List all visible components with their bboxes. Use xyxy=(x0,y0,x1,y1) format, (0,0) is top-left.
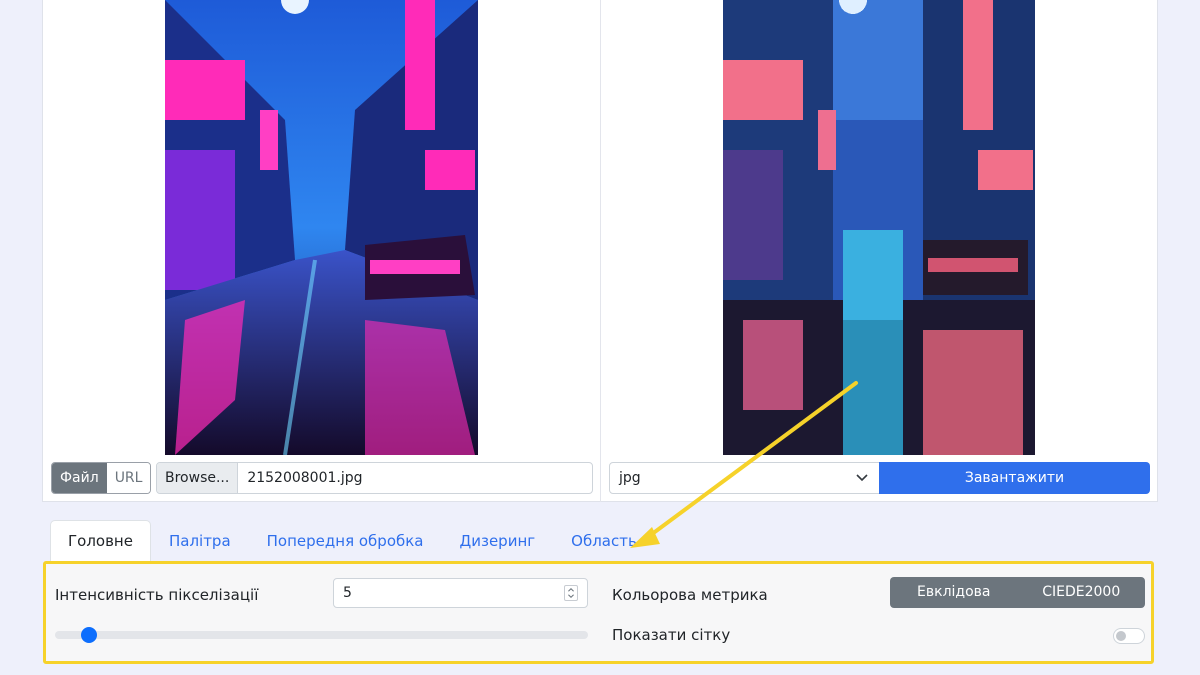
chevron-down-icon xyxy=(856,474,868,482)
url-mode-button[interactable]: URL xyxy=(106,463,151,493)
color-metric-toggle: Евклідова CIEDE2000 xyxy=(890,577,1145,608)
tab-dithering[interactable]: Дизеринг xyxy=(442,520,554,561)
pixel-intensity-input[interactable]: 5 xyxy=(333,578,588,608)
show-grid-label: Показати сітку xyxy=(612,626,731,644)
pane-divider xyxy=(600,0,601,502)
image-comparison-card: Файл URL Browse... 2152008001.jpg jpg За… xyxy=(42,0,1158,502)
spinner-icon[interactable] xyxy=(564,585,578,601)
tab-palette[interactable]: Палітра xyxy=(151,520,249,561)
euclidean-option[interactable]: Евклідова xyxy=(890,577,1018,608)
tab-preprocessing[interactable]: Попередня обробка xyxy=(249,520,442,561)
file-name: 2152008001.jpg xyxy=(247,470,363,486)
format-value: jpg xyxy=(619,470,641,486)
pixel-intensity-slider[interactable] xyxy=(55,631,588,639)
browse-button[interactable]: Browse... xyxy=(157,463,239,493)
download-button[interactable]: Завантажити xyxy=(879,462,1150,494)
tab-area[interactable]: Область xyxy=(553,520,655,561)
pixel-intensity-label: Інтенсивність пікселізації xyxy=(55,586,259,604)
slider-thumb[interactable] xyxy=(80,627,97,643)
file-input[interactable]: Browse... 2152008001.jpg xyxy=(156,462,593,494)
original-image xyxy=(165,0,478,455)
switch-knob xyxy=(1116,631,1126,641)
format-select[interactable]: jpg xyxy=(609,462,880,494)
pixelated-image xyxy=(723,0,1035,455)
tab-main[interactable]: Головне xyxy=(50,520,151,561)
ciede2000-option[interactable]: CIEDE2000 xyxy=(1018,577,1146,608)
source-mode-toggle: Файл URL xyxy=(51,462,152,494)
file-mode-button[interactable]: Файл xyxy=(52,463,107,493)
settings-tabs: Головне Палітра Попередня обробка Дизери… xyxy=(50,520,655,561)
show-grid-switch[interactable] xyxy=(1113,628,1145,644)
color-metric-label: Кольорова метрика xyxy=(612,586,768,604)
pixel-intensity-value: 5 xyxy=(343,585,352,601)
